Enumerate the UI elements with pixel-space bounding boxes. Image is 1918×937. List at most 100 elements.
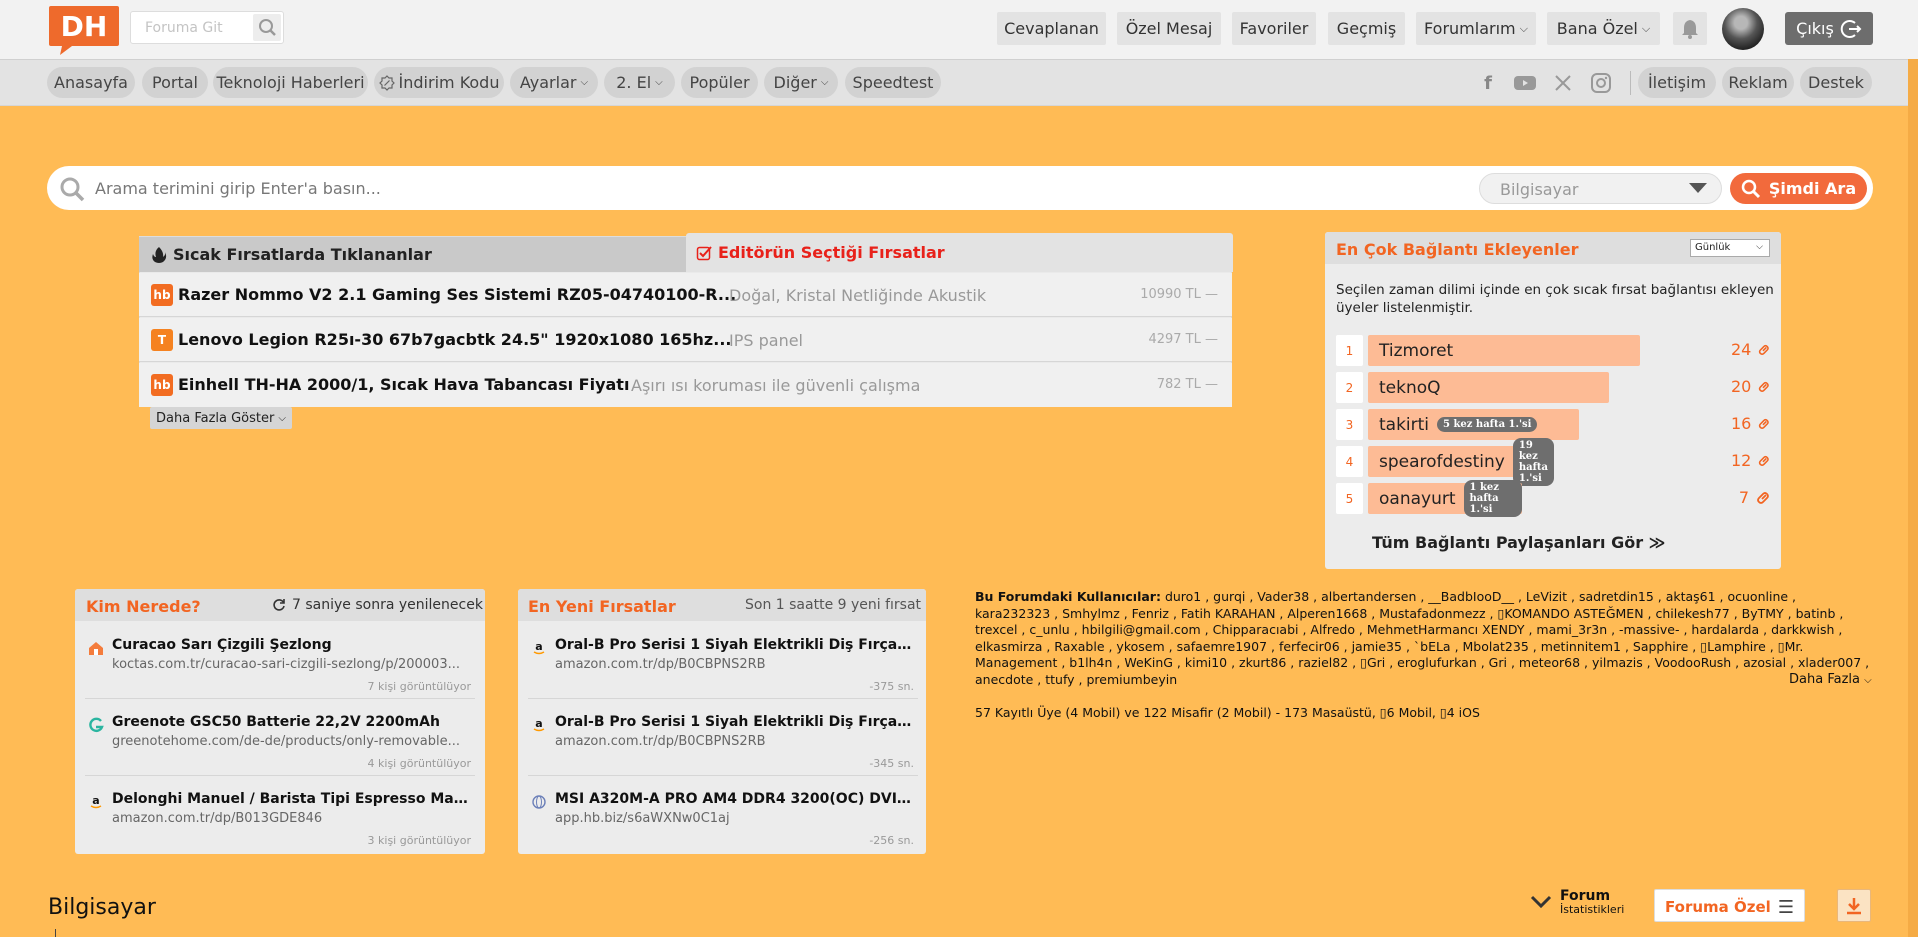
forum-search-button[interactable]: [253, 14, 281, 41]
avatar[interactable]: [1722, 8, 1764, 50]
linker-count[interactable]: 20: [1731, 377, 1771, 396]
fire-icon: [152, 246, 167, 263]
nav-item-indirim-kodu[interactable]: İndirim Kodu: [374, 67, 504, 98]
linker-count[interactable]: 12: [1731, 451, 1771, 470]
see-all-linkers-link[interactable]: Tüm Bağlantı Paylaşanları Gör ≫: [1372, 533, 1665, 552]
linker-bar[interactable]: spearofdestiny 19 kez hafta 1.'si: [1368, 437, 1554, 486]
nav-item-label: İletişim: [1647, 73, 1707, 92]
deal-price: 10990 TL —: [1140, 287, 1218, 302]
linker-count[interactable]: 16: [1731, 414, 1771, 433]
refresh-status: 7 saniye sonra yenilenecek: [272, 597, 483, 613]
header-ozel-mesaj-button[interactable]: Özel Mesaj: [1117, 12, 1221, 45]
item-title[interactable]: Curacao Sarı Çizgili Şezlong: [112, 637, 472, 653]
viewer-count: 3 kişi görüntülüyor: [367, 834, 471, 847]
tab-label: Editörün Seçtiği Fırsatlar: [718, 243, 945, 262]
nav-item-label: Speedtest: [852, 73, 934, 92]
item-url: app.hb.biz/s6aWXNw0C1aj: [555, 811, 730, 826]
nav-item-iletisim[interactable]: İletişim: [1638, 67, 1716, 98]
deal-title[interactable]: Lenovo Legion R25ı-30 67b7gacbtk 24.5" 1…: [178, 330, 748, 349]
item-title[interactable]: MSI A320M-A PRO AM4 DDR4 3200(OC) DVI HD…: [555, 791, 915, 807]
nav-item-label: Portal: [152, 73, 198, 92]
header-bana-ozel-button[interactable]: Bana Özel ⌵: [1547, 12, 1660, 45]
linker-bar[interactable]: teknoQ: [1368, 372, 1609, 403]
deal-row[interactable]: hb Einhell TH-HA 2000/1, Sıcak Hava Taba…: [139, 363, 1232, 407]
deal-title[interactable]: Einhell TH-HA 2000/1, Sıcak Hava Tabanca…: [178, 375, 658, 394]
linker-username[interactable]: oanayurt: [1379, 489, 1456, 509]
linker-username[interactable]: Tizmoret: [1379, 341, 1453, 361]
category-select[interactable]: Bilgisayar: [1479, 173, 1722, 204]
site-logo[interactable]: DH: [48, 4, 120, 56]
chevron-down-icon: ⌵: [1519, 21, 1528, 35]
list-item[interactable]: a Oral-B Pro Serisi 1 Siyah Elektrikli Di…: [528, 702, 918, 776]
header-forumlarim-button[interactable]: Forumlarım ⌵: [1416, 12, 1536, 45]
nav-item-destek[interactable]: Destek: [1800, 67, 1872, 98]
deal-title[interactable]: Razer Nommo V2 2.1 Gaming Ses Sistemi RZ…: [178, 285, 748, 304]
nav-item-label: Popüler: [689, 73, 750, 92]
linker-bar[interactable]: takirti 5 kez hafta 1.'si: [1368, 409, 1579, 440]
nav-item-diger[interactable]: Diğer ⌵: [764, 67, 838, 98]
header-favoriler-button[interactable]: Favoriler: [1232, 12, 1316, 45]
logout-button[interactable]: Çıkış: [1785, 12, 1873, 45]
item-title[interactable]: Oral-B Pro Serisi 1 Siyah Elektrikli Diş…: [555, 714, 915, 730]
nav-item-ikinci-el[interactable]: 2. El ⌵: [604, 67, 675, 98]
item-url: koctas.com.tr/curacao-sari-cizgili-sezlo…: [112, 657, 460, 672]
notifications-button[interactable]: [1673, 12, 1707, 45]
deal-row[interactable]: T Lenovo Legion R25ı-30 67b7gacbtk 24.5"…: [139, 318, 1232, 362]
item-title[interactable]: Oral-B Pro Serisi 1 Siyah Elektrikli Diş…: [555, 637, 915, 653]
header-button-label: Favoriler: [1239, 19, 1309, 38]
list-item[interactable]: a Oral-B Pro Serisi 1 Siyah Elektrikli Di…: [528, 625, 918, 699]
list-item[interactable]: MSI A320M-A PRO AM4 DDR4 3200(OC) DVI HD…: [528, 779, 918, 853]
nav-item-anasayfa[interactable]: Anasayfa: [47, 67, 135, 98]
header-gecmis-button[interactable]: Geçmiş: [1328, 12, 1405, 45]
youtube-icon[interactable]: [1512, 70, 1538, 96]
online-users-more-label: Daha Fazla: [1789, 672, 1860, 687]
page-scrollbar[interactable]: [1908, 59, 1918, 937]
linker-username[interactable]: spearofdestiny: [1379, 452, 1505, 472]
koctas-icon: [87, 639, 105, 657]
linker-count[interactable]: 24: [1731, 340, 1771, 359]
instagram-icon[interactable]: [1588, 70, 1614, 96]
search-icon: [1741, 179, 1760, 198]
item-url: amazon.com.tr/dp/B0CBPNS2RB: [555, 657, 766, 672]
nav-item-portal[interactable]: Portal: [142, 67, 208, 98]
list-item[interactable]: a Delonghi Manuel / Barista Tipi Espresso…: [85, 779, 475, 853]
nav-item-label: Ayarlar: [519, 73, 577, 92]
nav-item-ayarlar[interactable]: Ayarlar ⌵: [510, 67, 598, 98]
weekly-winner-badge: 1 kez hafta 1.'si: [1463, 480, 1522, 517]
nav-item-speedtest[interactable]: Speedtest: [845, 67, 941, 98]
weekly-winner-badge: 5 kez hafta 1.'si: [1437, 417, 1538, 432]
show-more-button[interactable]: Daha Fazla Göster ⌵: [150, 407, 292, 429]
nav-item-populer[interactable]: Popüler: [681, 67, 758, 98]
forum-ozel-menu[interactable]: Foruma Özel ☰: [1654, 889, 1805, 922]
list-item[interactable]: Curacao Sarı Çizgili Şezlong koctas.com.t…: [85, 625, 475, 699]
item-title[interactable]: Delonghi Manuel / Barista Tipi Espresso …: [112, 791, 472, 807]
search-icon: [60, 177, 85, 202]
nav-item-teknoloji-haberleri[interactable]: Teknoloji Haberleri: [213, 67, 368, 98]
linker-bar[interactable]: Tizmoret: [1368, 335, 1640, 366]
greenote-icon: [87, 716, 105, 734]
online-users-more-button[interactable]: Daha Fazla ⌵: [1789, 672, 1872, 687]
x-icon[interactable]: [1550, 70, 1576, 96]
period-select-value: Günlük: [1695, 242, 1731, 253]
linker-count[interactable]: 7: [1731, 488, 1771, 507]
search-now-button[interactable]: Şimdi Ara: [1730, 173, 1867, 204]
forum-search-input[interactable]: Foruma Git: [130, 11, 284, 44]
facebook-icon[interactable]: f: [1475, 70, 1501, 96]
deal-price: 4297 TL —: [1148, 332, 1218, 347]
logout-icon: [1840, 19, 1862, 38]
nav-item-reklam[interactable]: Reklam: [1722, 67, 1794, 98]
item-title[interactable]: Greenote GSC50 Batterie 22,2V 2200mAh: [112, 714, 472, 730]
tab-hot-clicked[interactable]: Sıcak Fırsatlarda Tıklananlar: [139, 237, 686, 272]
tab-editor-picks[interactable]: Editörün Seçtiği Fırsatlar: [686, 233, 1233, 272]
linker-bar[interactable]: oanayurt 1 kez hafta 1.'si: [1368, 480, 1522, 517]
period-select[interactable]: Günlük ⌵: [1690, 239, 1770, 257]
linker-username[interactable]: teknoQ: [1379, 378, 1441, 398]
forum-stats-toggle[interactable]: Forum İstatistikleri: [1530, 888, 1624, 916]
download-button[interactable]: [1837, 889, 1871, 922]
list-item[interactable]: Greenote GSC50 Batterie 22,2V 2200mAh gre…: [85, 702, 475, 776]
nav-item-label: Anasayfa: [54, 73, 128, 92]
linker-count-value: 7: [1738, 488, 1749, 507]
deal-row[interactable]: hb Razer Nommo V2 2.1 Gaming Ses Sistemi…: [139, 273, 1232, 317]
header-cevaplanan-button[interactable]: Cevaplanan: [997, 12, 1106, 45]
linker-username[interactable]: takirti: [1379, 415, 1429, 435]
